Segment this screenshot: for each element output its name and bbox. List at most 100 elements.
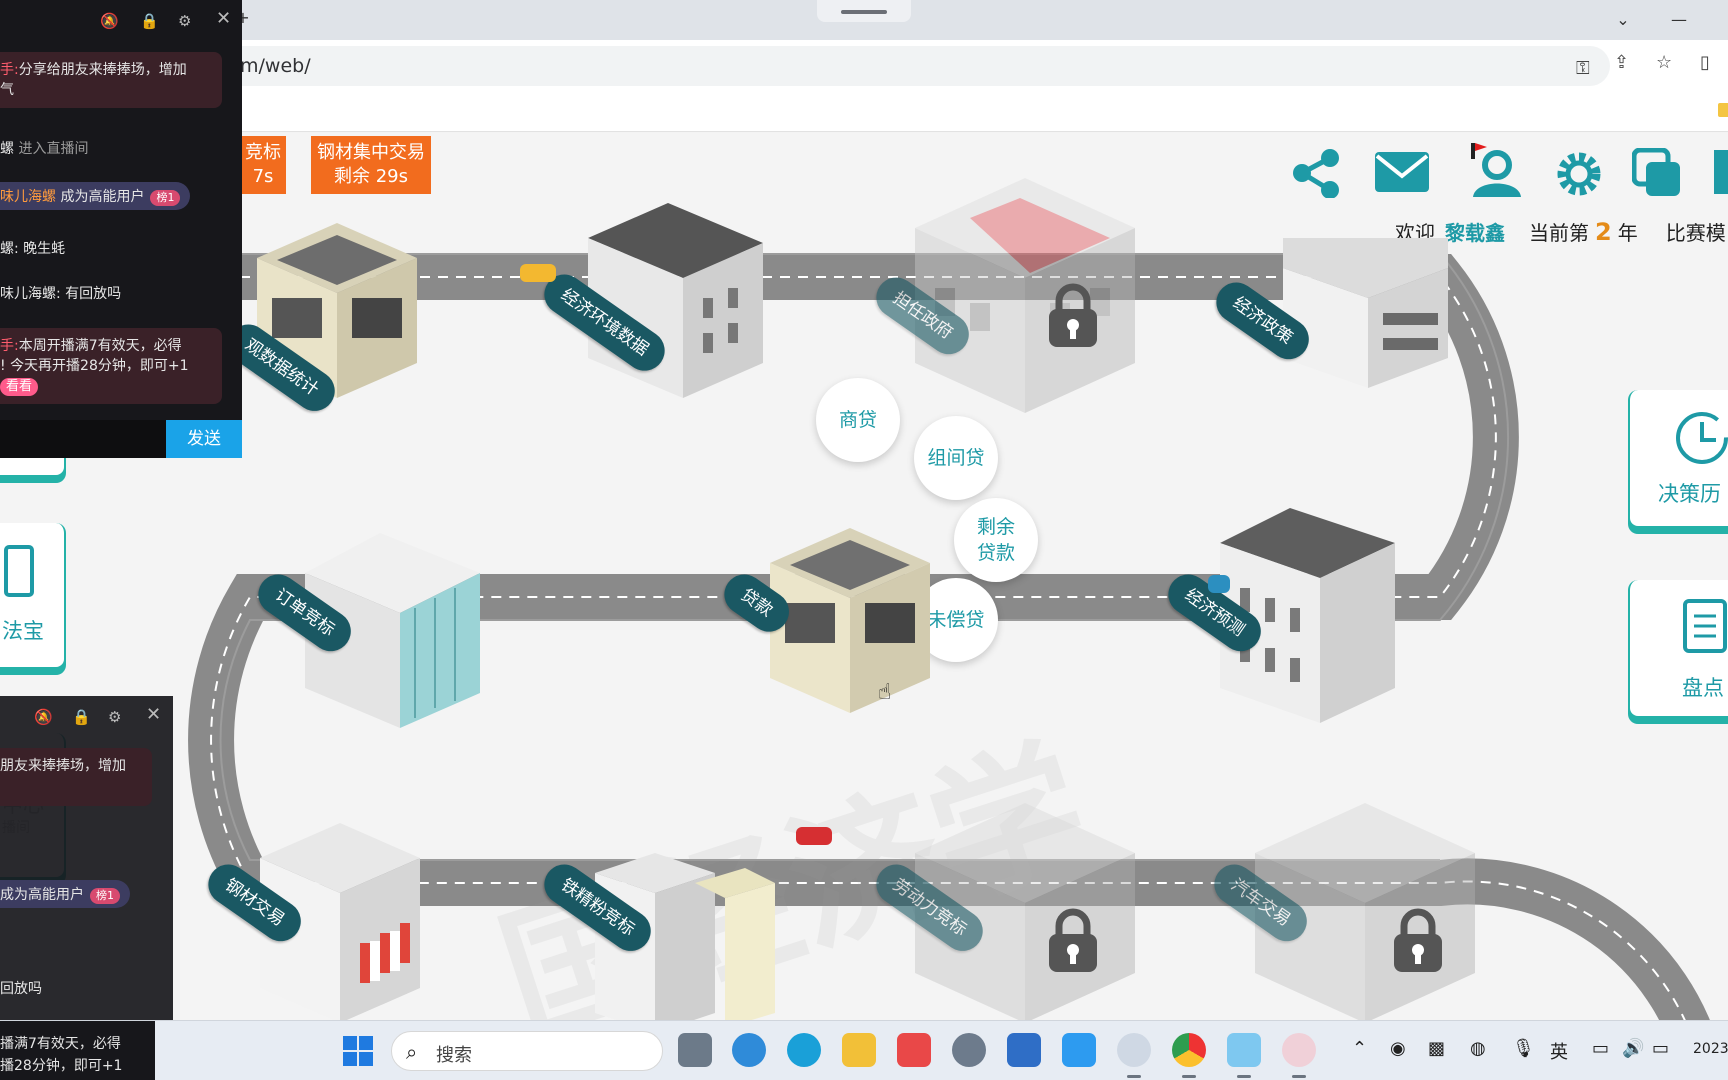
search-icon: ⌕ — [406, 1040, 418, 1064]
clock[interactable]: 2023/ — [1693, 1041, 1728, 1057]
minimize-button[interactable]: — — [1664, 8, 1694, 32]
close-icon[interactable]: ✕ — [216, 8, 231, 29]
store-icon[interactable] — [897, 1033, 931, 1067]
pinned-message: 朋友来捧捧场，增加 — [0, 748, 152, 806]
player-name: 黎载鑫 — [1445, 221, 1505, 245]
game-board: 国经济学 竞标 7s 钢材集中交易 剩余 29s 欢迎 黎载鑫 当前第 2 年比赛模 — [0, 133, 1728, 1020]
loan-option-remaining[interactable]: 剩余 贷款 — [954, 498, 1038, 582]
enter-message: 螺 进入直播间 — [0, 141, 89, 157]
settings-icon[interactable]: ⚙ — [108, 708, 121, 726]
task-view-icon[interactable] — [678, 1033, 712, 1067]
station-government[interactable] — [910, 178, 1140, 422]
cloud-icon[interactable] — [1062, 1033, 1096, 1067]
avatar-app-icon[interactable] — [1282, 1033, 1316, 1078]
government-building-icon — [915, 178, 1135, 413]
station-economic-policy[interactable] — [1283, 238, 1453, 402]
rank-badge: 榜1 — [150, 190, 181, 206]
bookmark-star-icon[interactable]: ☆ — [1656, 52, 1672, 73]
tray-app-icon[interactable]: ▩ — [1428, 1038, 1445, 1059]
chat-message: 螺: 晚生蚝 — [0, 241, 66, 257]
lock-icon — [1049, 283, 1097, 347]
snap-handle[interactable] — [817, 0, 911, 22]
windows-start-icon[interactable] — [343, 1036, 373, 1066]
timer-steel-trade[interactable]: 钢材集中交易 剩余 29s — [311, 136, 431, 194]
station-loan[interactable] — [765, 528, 945, 722]
timer-bidding[interactable]: 竞标 7s — [240, 136, 286, 194]
pinned-message: 手:分享给朋友来捧捧场，增加气 — [0, 52, 222, 108]
inventory-label: 盘点 — [1682, 676, 1724, 700]
mute-icon[interactable]: 🔕 — [34, 708, 53, 726]
battery-icon[interactable]: ▭ — [1652, 1038, 1669, 1059]
loan-option-inter-group[interactable]: 组间贷 — [914, 416, 998, 500]
hand-cursor-icon: ☝ — [878, 680, 892, 705]
side-panel-icon[interactable]: ▯ — [1700, 52, 1710, 73]
loan-option-commercial[interactable]: 商贷 — [816, 378, 900, 462]
show-hidden-icons[interactable]: ⌃ — [1352, 1038, 1367, 1059]
timer-title: 竞标 — [245, 142, 281, 163]
decision-history-card[interactable]: 决策历 — [1628, 390, 1728, 528]
year-suffix: 年 — [1617, 221, 1638, 245]
vip-message: 成为高能用户 榜1 — [0, 880, 130, 908]
chat-message: 回放吗 — [0, 981, 42, 997]
car-red — [796, 827, 832, 845]
mute-icon[interactable]: 🔕 — [100, 12, 119, 30]
host-notice: 手:本周开播满7有效天，必得! 今天再开播28分钟，即可+1 看看 — [0, 328, 222, 404]
timer-remaining: 7s — [252, 166, 274, 187]
live-app-icon[interactable] — [1227, 1033, 1261, 1078]
view-button[interactable]: 看看 — [0, 378, 39, 396]
settings-icon[interactable]: ⚙ — [178, 12, 191, 30]
app-icon[interactable] — [732, 1033, 766, 1067]
lock-icon[interactable]: 🔒 — [72, 708, 91, 726]
vip-message: 味儿海螺 成为高能用户 榜1 — [0, 182, 191, 210]
mode-label: 比赛模 — [1665, 221, 1726, 245]
edge-browser-icon[interactable] — [787, 1033, 821, 1067]
settings-icon[interactable] — [952, 1033, 986, 1067]
live-chat-panel: 🔕 🔒 ⚙ ✕ 手:分享给朋友来捧捧场，增加气 螺 进入直播间 味儿海螺 成为高… — [0, 0, 242, 458]
rank-badge: 榜1 — [90, 888, 120, 904]
chat-input[interactable] — [0, 420, 166, 458]
app-icon[interactable] — [1117, 1033, 1151, 1078]
car-blue — [1208, 575, 1230, 593]
year-value: 2 — [1595, 218, 1612, 246]
share-icon[interactable] — [1290, 148, 1342, 198]
year-prefix: 当前第 — [1529, 221, 1589, 245]
windows-taskbar: 播满7有效天，必得 播28分钟，即可+1 ⌕ 搜索 ⌃ ◉ ▩ ◍ 🎙 英 ▭ … — [0, 1020, 1728, 1080]
key-icon[interactable]: ⚿ — [1576, 58, 1590, 79]
settings-gear-icon[interactable] — [1553, 148, 1605, 200]
chrome-icon[interactable] — [1172, 1033, 1206, 1078]
qq-icon[interactable]: ◉ — [1390, 1038, 1406, 1059]
policy-building-icon — [1283, 238, 1448, 388]
url-field[interactable]: m/web/ ⚿ — [200, 46, 1610, 86]
display-icon[interactable]: ▭ — [1592, 1038, 1609, 1059]
timer-remaining: 剩余 29s — [333, 166, 408, 187]
bookmark-folder-icon[interactable] — [1718, 103, 1728, 117]
lock-icon — [1049, 908, 1097, 972]
mail-icon[interactable] — [1373, 148, 1431, 196]
bookmarks-bar — [0, 92, 1728, 132]
close-icon[interactable]: ✕ — [146, 704, 161, 725]
chat-message: 味儿海螺: 有回放吗 — [0, 286, 122, 302]
send-button[interactable]: 发送 — [166, 420, 242, 458]
book-icon[interactable] — [1712, 148, 1728, 196]
microphone-icon[interactable]: 🎙 — [1512, 1038, 1535, 1059]
volume-icon[interactable]: 🔊 — [1622, 1038, 1644, 1059]
live-chat-panel-2: 🔕 🔒 ⚙ ✕ 朋友来捧捧场，增加 成为高能用户 榜1 回放吗 — [0, 696, 173, 1020]
chat-header: 🔕 🔒 ⚙ ✕ — [0, 696, 173, 736]
taskbar-search[interactable]: ⌕ 搜索 — [391, 1031, 663, 1071]
tray-app-icon[interactable]: ◍ — [1470, 1038, 1486, 1059]
share-page-icon[interactable]: ⇪ — [1614, 52, 1629, 73]
chat-notice-tail: 播满7有效天，必得 播28分钟，即可+1 — [0, 1021, 155, 1080]
ime-indicator[interactable]: 英 — [1550, 1038, 1568, 1064]
file-explorer-icon[interactable] — [842, 1033, 876, 1067]
user-profile-icon[interactable] — [1467, 141, 1525, 199]
lock-icon[interactable]: 🔒 — [140, 12, 159, 30]
bank-building-icon — [770, 528, 930, 713]
magic-tool-card[interactable]: 法宝 — [0, 523, 66, 669]
copy-windows-icon[interactable] — [1632, 148, 1684, 200]
timer-title: 钢材集中交易 — [317, 142, 425, 163]
book-icon — [4, 545, 34, 597]
mail-icon[interactable] — [1007, 1033, 1041, 1067]
tab-search-icon[interactable]: ⌄ — [1608, 8, 1638, 32]
lock-icon — [1394, 908, 1442, 972]
inventory-card[interactable]: 盘点 — [1628, 580, 1728, 718]
